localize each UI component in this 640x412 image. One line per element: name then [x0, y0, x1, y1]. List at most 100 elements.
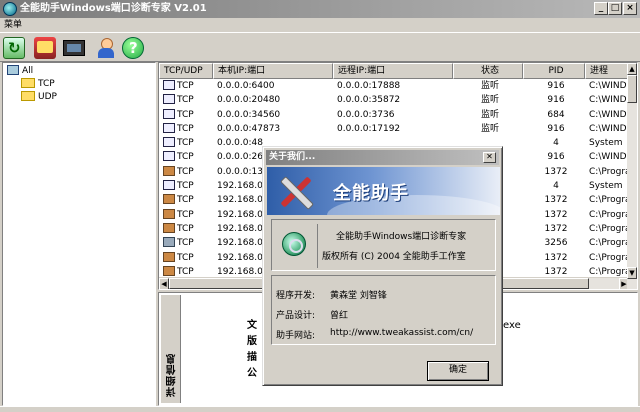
- table-cell-state: 监听: [453, 108, 523, 122]
- detail-tab[interactable]: 详细信息: [161, 295, 181, 403]
- tools-icon: [275, 171, 315, 211]
- table-cell-proc: System: [585, 179, 629, 193]
- product-name: 全能助手Windows端口诊断专家: [336, 232, 467, 242]
- table-cell-proto: TCP: [159, 136, 213, 150]
- vertical-scroll-thumb[interactable]: [627, 75, 637, 103]
- refresh-icon[interactable]: [3, 37, 25, 59]
- column-header-remote[interactable]: 远程IP:端口: [333, 63, 453, 79]
- cell-text: TCP: [177, 195, 194, 206]
- table-cell-pid: 1372: [523, 222, 585, 236]
- table-cell-proto: TCP: [159, 193, 213, 207]
- cell-text: 0.0.0.0:48: [217, 138, 263, 149]
- cell-text: 0.0.0.0:20480: [217, 95, 281, 106]
- cell-text: 916: [547, 81, 565, 91]
- toolbar: [0, 32, 640, 62]
- table-row[interactable]: TCP 0.0.0.0:47873 0.0.0.0:17192 监听 916 C:\WIN…: [159, 122, 629, 136]
- table-cell-proto: TCP: [159, 122, 213, 136]
- table-cell-proto: TCP: [159, 236, 213, 250]
- website-link[interactable]: http://www.tweakassist.com/cn/: [330, 328, 473, 338]
- cell-text: C:\WIND: [589, 152, 627, 163]
- cell-text: TCP: [177, 223, 194, 234]
- cell-text: TCP: [177, 209, 194, 220]
- window-icon: [163, 137, 175, 148]
- detail-line-company: 公: [247, 368, 257, 379]
- help-icon[interactable]: [122, 37, 144, 59]
- user-icon[interactable]: [95, 37, 117, 59]
- maximize-button[interactable]: □: [608, 2, 622, 15]
- cell-text: 监听: [480, 95, 499, 106]
- table-cell-local: 0.0.0.0:47873: [213, 122, 333, 136]
- cell-text: 0.0.0.0:3736: [337, 109, 395, 120]
- cell-text: C:\Progra: [589, 266, 629, 277]
- program-icon: [163, 265, 175, 276]
- menu-bar: 菜单: [0, 18, 640, 32]
- dialog-close-button[interactable]: ✕: [483, 152, 496, 163]
- table-cell-pid: 3256: [523, 236, 585, 250]
- cell-text: 1372: [544, 195, 568, 206]
- tree-item-udp[interactable]: UDP: [21, 91, 57, 103]
- folder-icon: [21, 78, 35, 88]
- table-row[interactable]: TCP 0.0.0.0:20480 0.0.0.0:35872 监听 916 C:\WIN…: [159, 93, 629, 107]
- detail-tab-label: 详细信息: [167, 353, 178, 397]
- minimize-button[interactable]: _: [594, 2, 608, 15]
- column-header-protocol[interactable]: TCP/UDP: [159, 63, 213, 79]
- title-bar: 全能助手Windows端口诊断专家 V2.01 _ □ ×: [0, 0, 640, 18]
- table-cell-proc: System: [585, 136, 629, 150]
- monitor-icon[interactable]: [63, 40, 85, 56]
- cell-text: TCP: [177, 252, 194, 263]
- table-row[interactable]: TCP 0.0.0.0:6400 0.0.0.0:17888 监听 916 C:\WIND: [159, 79, 629, 93]
- table-cell-proc: C:\Progra: [585, 193, 629, 207]
- scroll-up-button[interactable]: ▲: [627, 63, 637, 75]
- designer-value: 曾红: [330, 311, 349, 321]
- scroll-down-button[interactable]: ▼: [627, 267, 637, 279]
- column-header-local[interactable]: 本机IP:端口: [213, 63, 333, 79]
- table-cell-state: 监听: [453, 93, 523, 107]
- tree-item-tcp[interactable]: TCP: [21, 78, 55, 90]
- detail-line-desc: 描: [247, 352, 257, 363]
- table-cell-remote: 0.0.0.0:35872: [333, 93, 453, 107]
- cell-text: C:\Progra: [589, 195, 629, 206]
- column-header-process[interactable]: 进程: [585, 63, 629, 79]
- close-button[interactable]: ×: [623, 2, 637, 15]
- banner-logo-text: 全能助手: [333, 183, 409, 204]
- table-cell-pid: 4: [523, 136, 585, 150]
- table-cell-pid: 1372: [523, 165, 585, 179]
- ok-button[interactable]: 确定: [427, 361, 489, 381]
- table-cell-proto: TCP: [159, 150, 213, 164]
- table-row[interactable]: TCP 0.0.0.0:34560 0.0.0.0:3736 监听 684 C:\WIND: [159, 108, 629, 122]
- table-cell-proto: TCP: [159, 93, 213, 107]
- column-header-pid[interactable]: PID: [523, 63, 585, 79]
- table-cell-proc: C:\Progra: [585, 222, 629, 236]
- cell-text: 0.0.0.0:6400: [217, 81, 275, 91]
- cell-text: TCP: [177, 95, 194, 106]
- cell-text: 0.0.0.0:35872: [337, 95, 401, 106]
- cell-text: 684: [547, 109, 565, 120]
- dialog-title-bar: 关于我们... ✕: [266, 150, 499, 165]
- table-cell-proc: C:\Progra: [585, 165, 629, 179]
- book-icon[interactable]: [34, 37, 56, 59]
- cell-text: C:\WIND: [589, 81, 627, 91]
- menu-item-main[interactable]: 菜单: [4, 20, 22, 30]
- table-cell-pid: 1372: [523, 208, 585, 222]
- cell-text: 0.0.0.0:26: [217, 152, 263, 163]
- table-cell-pid: 684: [523, 108, 585, 122]
- tree-item-all[interactable]: All: [7, 65, 33, 77]
- cell-text: C:\Progra: [589, 209, 629, 220]
- cell-text: C:\Progra: [589, 238, 629, 249]
- vertical-scrollbar[interactable]: ▲ ▼: [627, 63, 637, 289]
- cell-text: TCP: [177, 109, 194, 120]
- column-header-state[interactable]: 状态: [453, 63, 523, 79]
- cell-text: 192.168.0.: [217, 181, 266, 192]
- cell-text: 192.168.0.: [217, 195, 266, 206]
- designer-label: 产品设计:: [276, 311, 316, 321]
- cell-text: TCP: [177, 266, 194, 277]
- cell-text: 3256: [544, 238, 568, 249]
- table-cell-remote: 0.0.0.0:17888: [333, 79, 453, 93]
- cell-text: 1372: [544, 223, 568, 234]
- table-cell-pid: 1372: [523, 193, 585, 207]
- scroll-left-button[interactable]: ◀: [159, 278, 169, 289]
- window-icon: [163, 180, 175, 191]
- credits-box: 程序开发: 黄森堂 刘智锋 产品设计: 曾红 助手网站: http://www.…: [271, 275, 496, 345]
- cell-text: 192.168.0.: [217, 252, 266, 263]
- table-cell-state: 监听: [453, 122, 523, 136]
